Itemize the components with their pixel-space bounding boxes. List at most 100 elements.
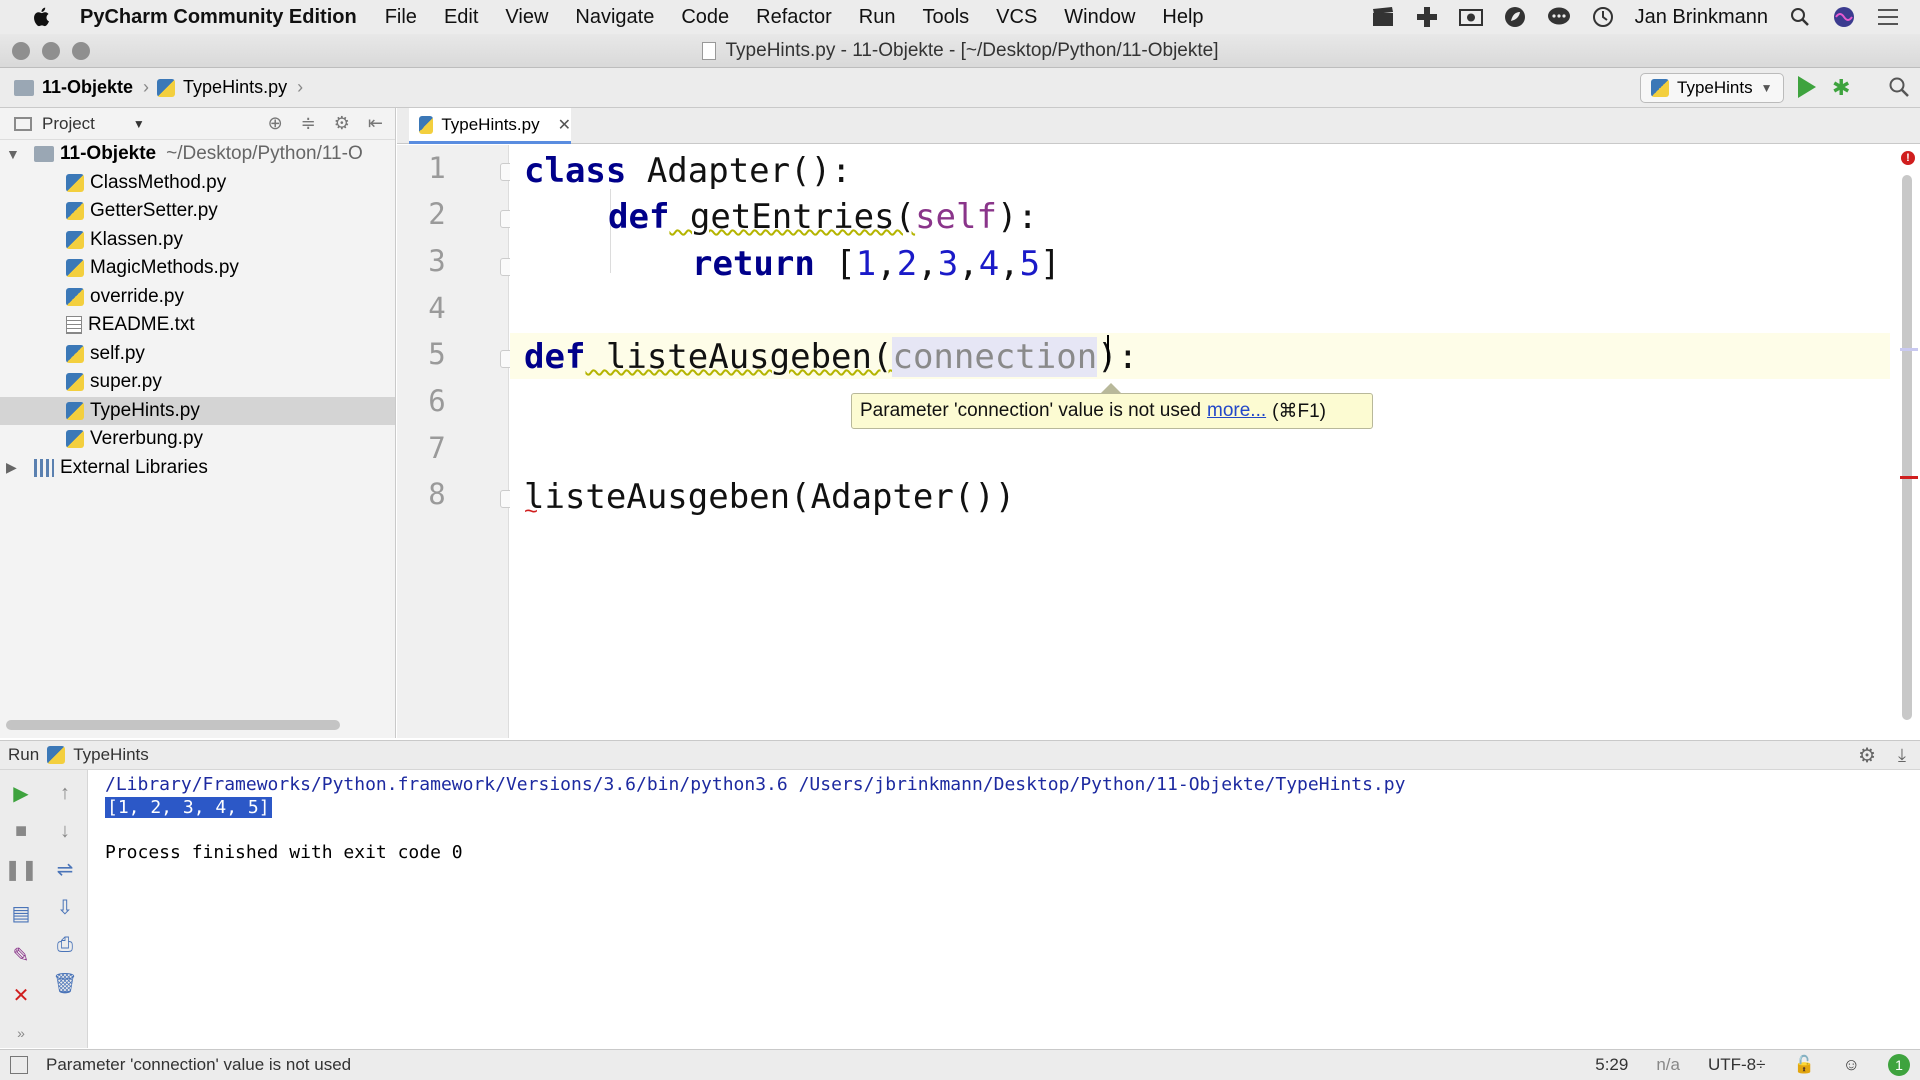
tree-file-item[interactable]: self.py [0,340,395,369]
editor-gutter: 1 2 3 4 5 6 7 8 [397,145,509,738]
code-line-1: class Adapter(): [524,151,852,191]
leaf-icon[interactable] [1503,5,1527,29]
project-panel-title[interactable]: Project [42,114,95,134]
event-log-badge[interactable]: 1 [1888,1054,1910,1076]
user-name[interactable]: Jan Brinkmann [1635,6,1768,29]
layout-icon[interactable]: ▤ [8,900,34,926]
search-icon[interactable] [1888,76,1912,100]
tree-file-item[interactable]: ClassMethod.py [0,169,395,198]
notification-center-icon[interactable] [1876,5,1900,29]
folder-icon [14,79,34,96]
stop-icon[interactable]: ■ [8,818,34,844]
tree-file-label: super.py [90,371,162,393]
run-button[interactable] [1798,76,1816,98]
camera-icon[interactable] [1458,5,1483,29]
window-titlebar: TypeHints.py - 11-Objekte - [~/Desktop/P… [0,34,1920,68]
lock-icon[interactable]: 🔓 [1793,1055,1814,1075]
maximize-window-button[interactable] [72,42,90,60]
line-number: 4 [428,291,446,325]
gear-icon[interactable]: ⚙ [1858,743,1876,768]
soft-wrap-icon[interactable]: ⇌ [52,856,78,882]
minimize-window-button[interactable] [42,42,60,60]
tree-file-item[interactable]: MagicMethods.py [0,254,395,283]
tree-file-item[interactable]: super.py [0,368,395,397]
menu-navigate[interactable]: Navigate [575,6,654,29]
pause-icon[interactable]: ❚❚ [4,856,38,882]
scroll-to-end-icon[interactable]: ⇩ [52,894,78,920]
trash-icon[interactable]: 🗑 [52,970,78,996]
pin-icon[interactable]: ✎ [8,942,34,968]
line-number: 3 [428,244,446,278]
apple-icon[interactable] [30,5,54,29]
code-editor[interactable]: class Adapter(): def getEntries(self): r… [510,145,1890,738]
debug-bug-icon[interactable]: ✱ [1832,76,1856,100]
chat-icon[interactable] [1547,5,1571,29]
clapperboard-icon[interactable] [1371,5,1395,29]
run-panel-title[interactable]: Run [8,745,39,765]
tree-file-item[interactable]: Vererbung.py [0,425,395,454]
tab-typehints[interactable]: TypeHints.py ✕ [409,108,571,144]
project-tool-window: Project ▼ ⊕ ≑ ⚙ ⇤ ▼ 11-Objekte ~/Desktop… [0,108,396,738]
close-icon[interactable]: ✕ [558,115,571,135]
tree-file-item[interactable]: override.py [0,283,395,312]
horizontal-scrollbar[interactable] [6,720,340,730]
print-icon[interactable]: ⎙ [52,932,78,958]
siri-icon[interactable] [1832,5,1856,29]
hide-panel-icon[interactable]: ⤓ [1898,745,1906,766]
tree-file-item[interactable]: README.txt [0,311,395,340]
menu-edit[interactable]: Edit [444,6,478,29]
hector-inspector-icon[interactable]: ☺ [1843,1055,1860,1075]
tooltip-more-link[interactable]: more... [1207,400,1266,422]
menu-run[interactable]: Run [859,6,896,29]
line-separator-status[interactable]: n/a [1656,1055,1680,1075]
tree-root-folder[interactable]: ▼ 11-Objekte ~/Desktop/Python/11-O [0,140,395,169]
folder-icon [34,146,54,163]
breadcrumb-project[interactable]: 11-Objekte [14,77,133,98]
expand-arrow-icon[interactable]: ▼ [6,146,20,162]
python-file-icon [66,287,84,306]
expand-arrow-icon[interactable]: ▶ [6,459,17,476]
close-window-button[interactable] [12,42,30,60]
breadcrumb-file[interactable]: TypeHints.py [157,77,287,98]
tree-file-item[interactable]: GetterSetter.py [0,197,395,226]
plus-cross-icon[interactable] [1415,5,1439,29]
menu-code[interactable]: Code [681,6,729,29]
line-number: 2 [428,197,446,231]
tree-external-libraries[interactable]: ▶ External Libraries [0,454,395,483]
more-icon[interactable]: » [8,1020,34,1046]
locate-target-icon[interactable]: ⊕ [268,113,283,134]
run-panel-config[interactable]: TypeHints [73,745,149,765]
rerun-icon[interactable]: ▶ [8,780,34,806]
tree-file-item[interactable]: Klassen.py [0,226,395,255]
spotlight-search-icon[interactable] [1788,5,1812,29]
error-stripe-marker[interactable] [1900,476,1918,479]
vertical-scrollbar[interactable] [1902,175,1912,720]
gear-icon[interactable]: ⚙ [334,113,350,134]
menu-refactor[interactable]: Refactor [756,6,832,29]
code-text: listeAusgeben( [585,337,893,377]
console-exit-message: Process finished with exit code 0 [105,842,463,863]
chevron-down-icon[interactable]: ▼ [133,117,145,131]
run-console[interactable]: /Library/Frameworks/Python.framework/Ver… [90,770,1920,1048]
menu-file[interactable]: File [385,6,417,29]
collapse-all-icon[interactable]: ≑ [301,113,316,134]
file-encoding[interactable]: UTF-8÷ [1708,1055,1766,1075]
arrow-down-icon[interactable]: ↓ [52,818,78,844]
caret-position[interactable]: 5:29 [1595,1055,1628,1075]
error-indicator-icon[interactable]: ! [1901,151,1915,165]
history-clock-icon[interactable] [1591,5,1615,29]
run-configuration-select[interactable]: TypeHints ▼ [1640,73,1784,103]
menu-tools[interactable]: Tools [922,6,969,29]
arrow-up-icon[interactable]: ↑ [52,780,78,806]
menu-vcs[interactable]: VCS [996,6,1037,29]
toggle-tool-windows-icon[interactable] [10,1056,28,1074]
warning-stripe-marker[interactable] [1900,348,1918,351]
app-name[interactable]: PyCharm Community Edition [80,6,357,29]
menu-window[interactable]: Window [1064,6,1135,29]
hide-panel-icon[interactable]: ⇤ [368,113,383,134]
tooltip-pointer [1101,383,1121,393]
menu-help[interactable]: Help [1162,6,1203,29]
menu-view[interactable]: View [505,6,548,29]
tree-file-item-selected[interactable]: TypeHints.py [0,396,395,425]
close-icon[interactable]: ✕ [8,982,34,1008]
